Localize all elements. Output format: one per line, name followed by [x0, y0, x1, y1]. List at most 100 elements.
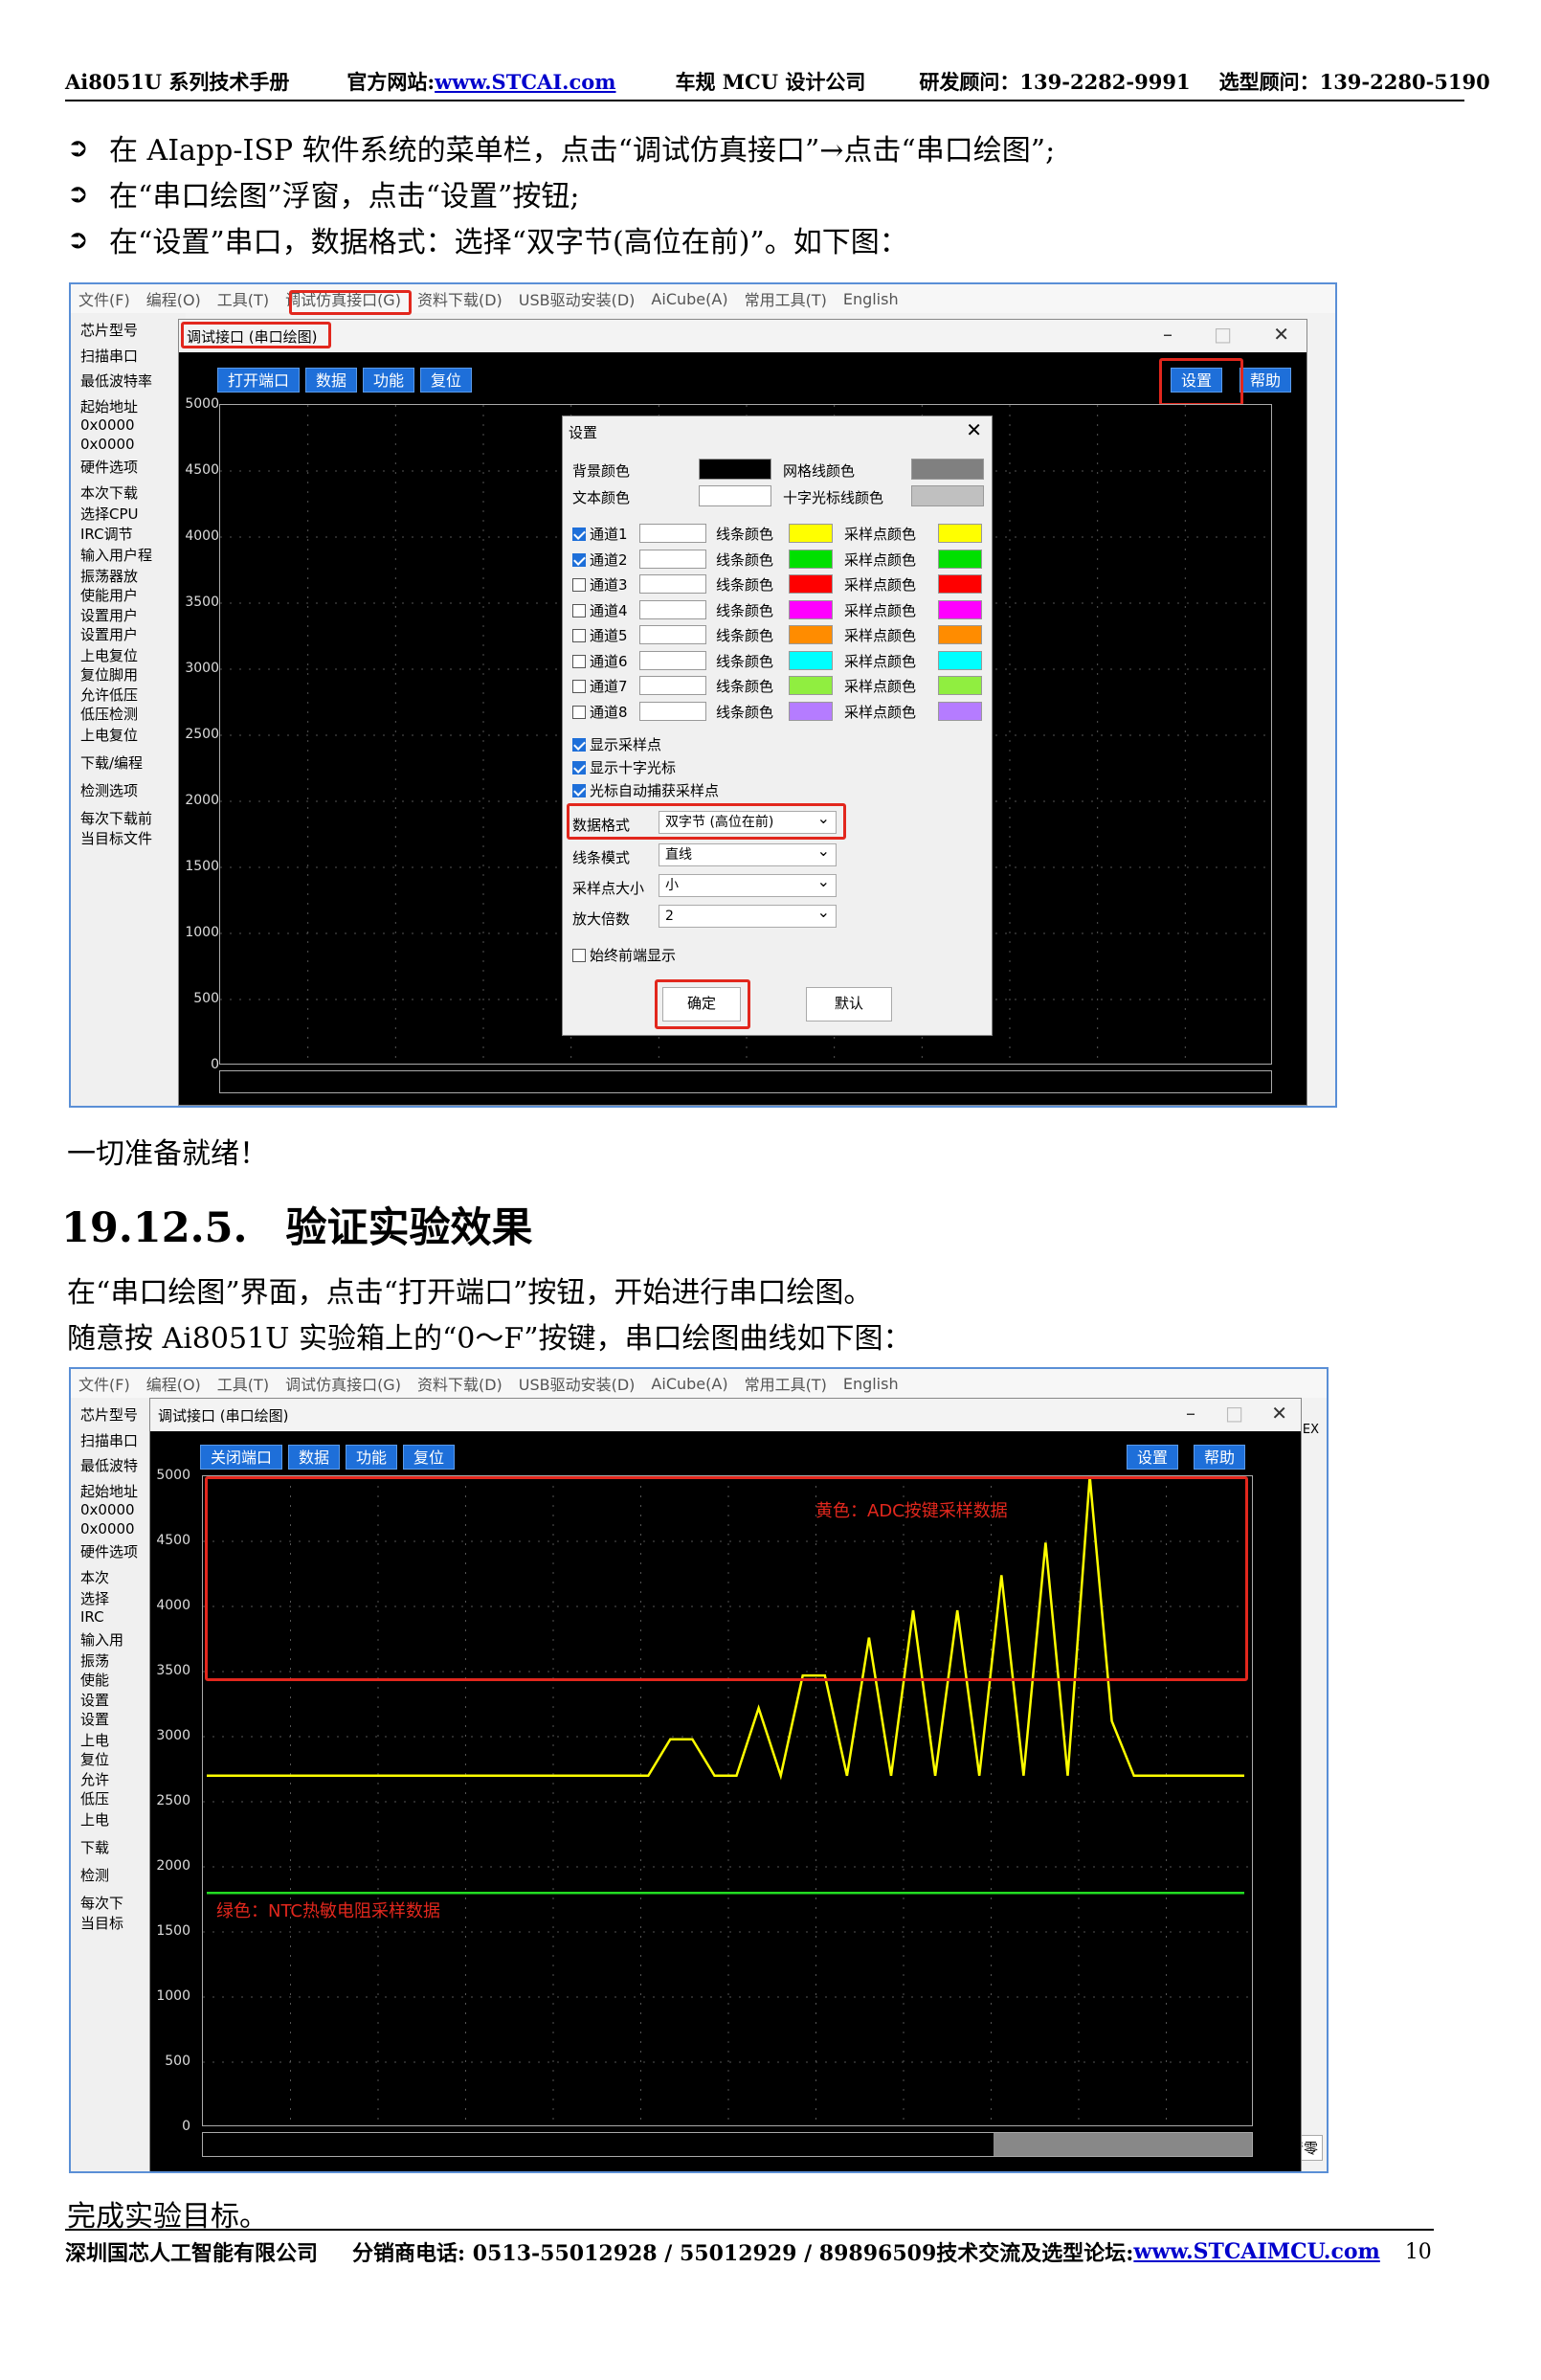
- left-item[interactable]: 起始地址: [80, 396, 138, 416]
- toolbar-button[interactable]: 复位: [403, 1445, 456, 1470]
- channel-row[interactable]: 通道4 线条颜色 采样点颜色: [572, 599, 984, 623]
- left-item[interactable]: 振荡器放: [80, 566, 138, 586]
- left-item[interactable]: 0x0000: [80, 1520, 135, 1538]
- sample-color-swatch[interactable]: [938, 701, 982, 721]
- left-item[interactable]: 下载/编程: [80, 752, 143, 773]
- left-item[interactable]: IRC调节: [80, 524, 133, 544]
- scrollbar[interactable]: [219, 1070, 1272, 1093]
- channel-checkbox[interactable]: 通道5: [572, 627, 628, 644]
- auto-capture-option[interactable]: 光标自动捕获采样点: [572, 780, 719, 800]
- left-item[interactable]: 起始地址: [80, 1481, 138, 1501]
- left-item[interactable]: 允许: [80, 1769, 109, 1789]
- menu-item[interactable]: English: [843, 290, 899, 308]
- menu-item[interactable]: English: [843, 1375, 899, 1393]
- menu-item[interactable]: 常用工具(T): [745, 1372, 827, 1395]
- left-item[interactable]: IRC: [80, 1608, 104, 1626]
- left-item[interactable]: 硬件选项: [80, 457, 138, 477]
- menu-item[interactable]: 文件(F): [78, 1372, 130, 1395]
- left-item[interactable]: 允许低压: [80, 685, 138, 705]
- left-item[interactable]: 检测: [80, 1865, 109, 1885]
- left-item[interactable]: 扫描串口: [80, 346, 138, 366]
- menu-item[interactable]: USB驱动安装(D): [519, 1372, 636, 1395]
- sample-color-swatch[interactable]: [938, 676, 982, 695]
- left-item[interactable]: 选择CPU: [80, 504, 139, 524]
- footer-forum-link[interactable]: www.STCAIMCU.com: [1133, 2239, 1379, 2264]
- menu-item[interactable]: 工具(T): [217, 287, 269, 310]
- show-cross-option[interactable]: 显示十字光标: [572, 757, 676, 777]
- channel-checkbox[interactable]: 通道7: [572, 678, 628, 695]
- line-color-swatch[interactable]: [789, 701, 833, 721]
- minimize-icon[interactable]: –: [1186, 1402, 1195, 1425]
- toolbar-button[interactable]: 复位: [420, 368, 473, 393]
- sample-color-swatch[interactable]: [938, 549, 982, 569]
- scrollbar[interactable]: [202, 2132, 1253, 2157]
- menu-item[interactable]: 资料下载(D): [417, 287, 502, 310]
- channel-checkbox[interactable]: 通道1: [572, 526, 628, 543]
- channel-name-field[interactable]: [639, 599, 706, 619]
- text-color-swatch[interactable]: [699, 485, 771, 506]
- channel-row[interactable]: 通道8 线条颜色 采样点颜色: [572, 701, 984, 725]
- left-item[interactable]: 输入用: [80, 1629, 123, 1650]
- menu-item[interactable]: 文件(F): [78, 287, 130, 310]
- menu-item[interactable]: 调试仿真接口(G): [285, 1372, 401, 1395]
- close-icon[interactable]: ✕: [966, 418, 982, 441]
- sample-color-swatch[interactable]: [938, 574, 982, 594]
- left-item[interactable]: 检测选项: [80, 780, 138, 800]
- sample-color-swatch[interactable]: [938, 599, 982, 619]
- maximize-icon[interactable]: □: [1225, 1402, 1243, 1425]
- toolbar-button[interactable]: 数据: [305, 368, 358, 393]
- toolbar-button[interactable]: 数据: [288, 1445, 341, 1470]
- menu-item[interactable]: 常用工具(T): [745, 287, 827, 310]
- menu-item[interactable]: 工具(T): [217, 1372, 269, 1395]
- channel-checkbox[interactable]: 通道2: [572, 551, 628, 569]
- point-size-select[interactable]: 小: [659, 871, 837, 897]
- left-item[interactable]: 复位脚用: [80, 664, 138, 685]
- line-mode-select[interactable]: 直线: [659, 841, 837, 866]
- zoom-select[interactable]: 2: [659, 902, 837, 928]
- left-item[interactable]: 低压: [80, 1788, 109, 1808]
- menu-item[interactable]: AiCube(A): [651, 290, 727, 308]
- left-item[interactable]: 最低波特: [80, 1455, 138, 1475]
- channel-row[interactable]: 通道3 线条颜色 采样点颜色: [572, 574, 984, 597]
- channel-name-field[interactable]: [639, 549, 706, 569]
- line-color-swatch[interactable]: [789, 549, 833, 569]
- show-points-option[interactable]: 显示采样点: [572, 734, 661, 754]
- line-color-swatch[interactable]: [789, 650, 833, 670]
- left-item[interactable]: 最低波特率: [80, 370, 152, 391]
- channel-row[interactable]: 通道2 线条颜色 采样点颜色: [572, 549, 984, 573]
- left-item[interactable]: 振荡: [80, 1650, 109, 1671]
- left-item[interactable]: 每次下: [80, 1893, 123, 1913]
- left-item[interactable]: 使能用户: [80, 585, 138, 605]
- close-icon[interactable]: ✕: [1273, 323, 1289, 346]
- channel-row[interactable]: 通道7 线条颜色 采样点颜色: [572, 676, 984, 699]
- close-icon[interactable]: ✕: [1271, 1402, 1287, 1425]
- channel-name-field[interactable]: [639, 574, 706, 594]
- line-color-swatch[interactable]: [789, 625, 833, 644]
- left-item[interactable]: 上电复位: [80, 645, 138, 665]
- line-color-swatch[interactable]: [789, 574, 833, 594]
- menu-item[interactable]: USB驱动安装(D): [519, 287, 636, 310]
- grid-color-swatch[interactable]: [911, 459, 984, 480]
- left-item[interactable]: 0x0000: [80, 416, 135, 434]
- bg-color-swatch[interactable]: [699, 459, 771, 480]
- left-item[interactable]: 下载: [80, 1837, 109, 1857]
- left-item[interactable]: 硬件选项: [80, 1541, 138, 1561]
- toolbar-button[interactable]: 功能: [363, 368, 415, 393]
- channel-name-field[interactable]: [639, 701, 706, 721]
- toolbar-button[interactable]: 打开端口: [217, 368, 301, 393]
- left-item[interactable]: 当目标文件: [80, 828, 152, 848]
- help-button[interactable]: 帮助: [1240, 368, 1292, 393]
- channel-checkbox[interactable]: 通道8: [572, 704, 628, 721]
- channel-row[interactable]: 通道6 线条颜色 采样点颜色: [572, 650, 984, 674]
- front-option[interactable]: 始终前端显示: [572, 945, 676, 965]
- channel-checkbox[interactable]: 通道4: [572, 602, 628, 619]
- left-item[interactable]: 设置用户: [80, 605, 138, 625]
- channel-checkbox[interactable]: 通道3: [572, 576, 628, 594]
- channel-checkbox[interactable]: 通道6: [572, 653, 628, 670]
- left-item[interactable]: 本次下载: [80, 483, 138, 503]
- maximize-icon[interactable]: □: [1214, 323, 1232, 346]
- left-item[interactable]: 0x0000: [80, 1501, 135, 1518]
- left-item[interactable]: 输入用户程: [80, 545, 152, 565]
- toolbar-button[interactable]: 关闭端口: [200, 1445, 283, 1470]
- left-item[interactable]: 设置: [80, 1690, 109, 1710]
